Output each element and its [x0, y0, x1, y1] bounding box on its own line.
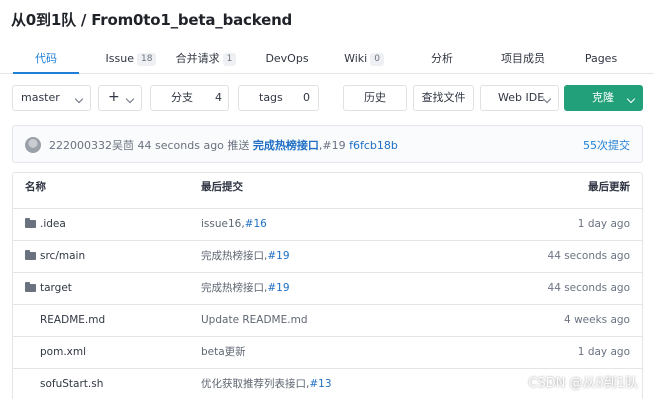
file-name[interactable]: src/main	[40, 250, 85, 262]
tab-label: 分析	[431, 52, 453, 65]
issue-ref-link[interactable]: #16	[245, 218, 267, 230]
tab-label: 合并请求	[175, 52, 220, 65]
updated-time: 44 seconds ago	[547, 282, 630, 294]
avatar[interactable]	[25, 137, 41, 153]
tab-pages[interactable]: Pages	[574, 46, 628, 74]
commit-message[interactable]: 完成热榜接口,	[201, 250, 267, 262]
branch-select-value: master	[21, 91, 60, 104]
find-file-button[interactable]: 查找文件	[413, 85, 474, 111]
column-header-time: 最后更新	[588, 181, 630, 193]
chevron-down-icon	[626, 94, 636, 104]
branches-label: 分支	[171, 91, 193, 104]
tab-wiki[interactable]: Wiki 0	[334, 46, 394, 74]
branches-button[interactable]: 分支 4	[150, 85, 229, 111]
updated-time: 4 weeks ago	[564, 314, 630, 326]
web-ide-label: Web IDE	[498, 91, 545, 104]
table-row[interactable]: target 完成热榜接口,#19 44 seconds ago	[13, 273, 642, 305]
tab-devops[interactable]: DevOps	[256, 46, 318, 74]
commit-verb: 推送	[227, 139, 250, 152]
last-commit-bar: 222000332吴茴 44 seconds ago 推送 完成热榜接口,#19…	[12, 125, 643, 163]
plus-icon: +	[108, 89, 120, 105]
tags-button[interactable]: tags 0	[238, 85, 319, 111]
folder-icon	[25, 218, 36, 228]
file-table: 名称 最后提交 最后更新 .idea issue16,#16 1 day ago…	[12, 172, 643, 399]
folder-icon	[25, 250, 36, 260]
tab-merge-requests[interactable]: 合并请求 1	[170, 46, 242, 74]
column-header-name: 名称	[25, 181, 46, 193]
branch-select[interactable]: master	[12, 85, 91, 111]
add-menu-button[interactable]: +	[98, 85, 142, 111]
table-row[interactable]: README.md Update README.md 4 weeks ago	[13, 305, 642, 337]
table-row[interactable]: pom.xml beta更新 1 day ago	[13, 337, 642, 369]
commit-message[interactable]: 完成热榜接口,	[201, 282, 267, 294]
issue-count-badge: 18	[137, 53, 157, 66]
clone-label: 克隆	[592, 91, 614, 104]
tab-issue[interactable]: Issue 18	[98, 46, 164, 74]
repo-toolbar: master + 分支 4 tags 0 历史 查找文件 Web IDE 克隆	[0, 85, 654, 111]
csdn-watermark: CSDN @从0到1队	[528, 376, 638, 391]
tab-label: DevOps	[265, 52, 309, 65]
table-header: 名称 最后提交 最后更新	[13, 173, 642, 209]
tab-members[interactable]: 项目成员	[490, 46, 556, 74]
tab-label: Wiki	[344, 52, 368, 65]
chevron-down-icon	[74, 94, 84, 104]
table-row[interactable]: .idea issue16,#16 1 day ago	[13, 209, 642, 241]
commit-message[interactable]: beta更新	[201, 346, 246, 358]
folder-icon	[25, 282, 36, 292]
commit-author[interactable]: 222000332吴茴	[49, 139, 134, 152]
merge-count-badge: 1	[222, 53, 237, 66]
repo-tabs: 代码 Issue 18 合并请求 1 DevOps Wiki 0 分析 项目成员 Pa…	[0, 46, 654, 74]
commit-message[interactable]: issue16,	[201, 218, 245, 230]
file-name[interactable]: README.md	[40, 314, 105, 326]
tab-label: Pages	[584, 52, 618, 65]
commit-summary: 222000332吴茴 44 seconds ago 推送 完成热榜接口,#19…	[49, 137, 398, 153]
history-button[interactable]: 历史	[343, 85, 407, 111]
issue-ref-link[interactable]: #19	[267, 250, 289, 262]
find-file-label: 查找文件	[421, 91, 466, 104]
tab-analysis[interactable]: 分析	[416, 46, 468, 74]
column-header-commit: 最后提交	[201, 181, 243, 193]
tab-code[interactable]: 代码	[13, 46, 79, 74]
tab-label: Issue	[105, 52, 134, 65]
table-row[interactable]: src/main 完成热榜接口,#19 44 seconds ago	[13, 241, 642, 273]
tab-label: 项目成员	[501, 52, 545, 65]
file-name[interactable]: sofuStart.sh	[40, 378, 103, 390]
commit-message[interactable]: 完成热榜接口	[253, 139, 319, 152]
web-ide-button[interactable]: Web IDE	[480, 85, 559, 111]
chevron-down-icon	[125, 94, 135, 104]
commit-ref: ,#19	[318, 139, 346, 152]
clone-button[interactable]: 克隆	[564, 85, 643, 111]
tags-label: tags	[259, 91, 283, 104]
tags-count: 0	[303, 91, 310, 104]
updated-time: 1 day ago	[577, 346, 630, 358]
commit-message[interactable]: Update README.md	[201, 314, 308, 326]
wiki-count-badge: 0	[370, 53, 384, 66]
updated-time: 44 seconds ago	[547, 250, 630, 262]
history-label: 历史	[364, 91, 386, 104]
branches-count: 4	[215, 91, 222, 104]
issue-ref-link[interactable]: #13	[309, 378, 331, 390]
file-name[interactable]: .idea	[40, 218, 66, 230]
commit-count-link[interactable]: 55次提交	[583, 137, 630, 153]
file-name[interactable]: pom.xml	[40, 346, 86, 358]
updated-time: 1 day ago	[577, 218, 630, 230]
commit-hash[interactable]: f6fcb18b	[349, 139, 398, 152]
repo-title: 从0到1队 / From0to1_beta_backend	[11, 11, 293, 29]
tab-label: 代码	[35, 52, 57, 65]
commit-time: 44 seconds ago	[137, 139, 224, 152]
file-name[interactable]: target	[40, 282, 72, 294]
commit-message[interactable]: 优化获取推荐列表接口,	[201, 378, 309, 390]
issue-ref-link[interactable]: #19	[267, 282, 289, 294]
